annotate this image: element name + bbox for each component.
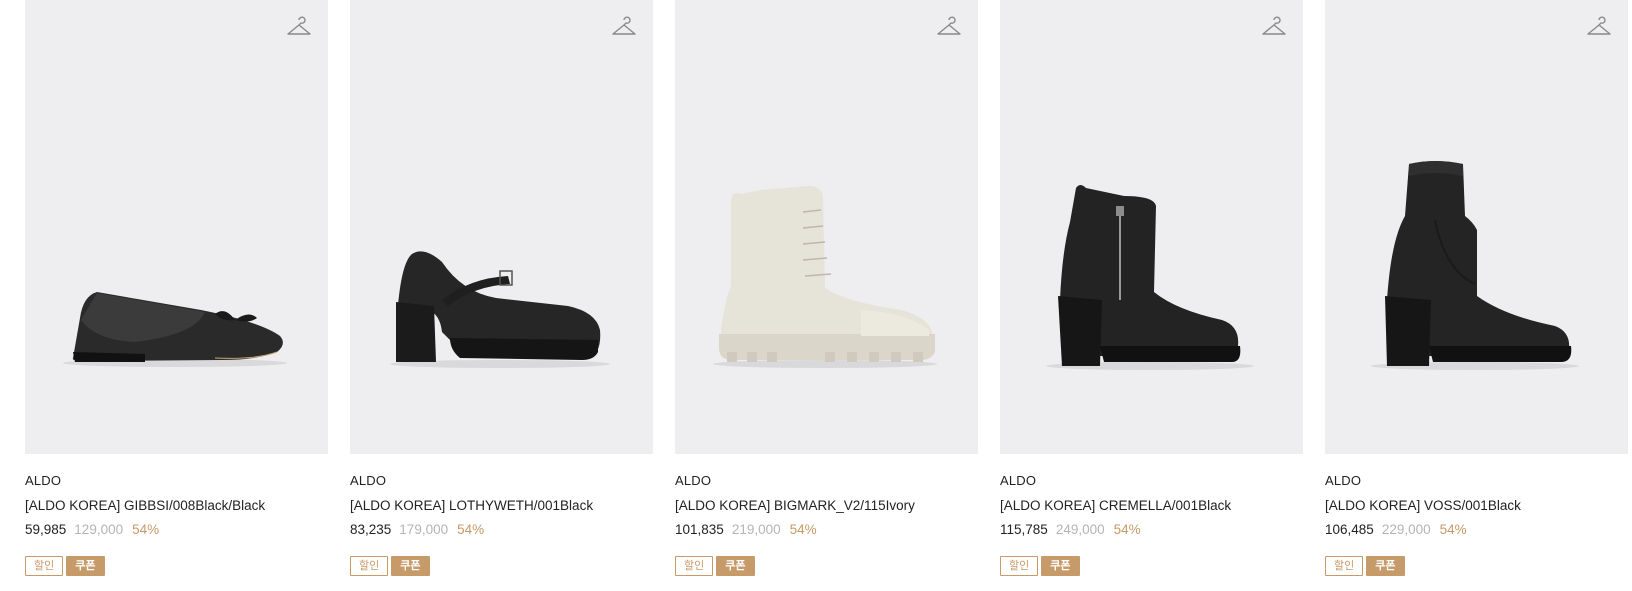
discount-rate: 54% [789, 522, 817, 537]
hanger-icon[interactable] [286, 16, 312, 42]
sale-price: 106,485 [1325, 522, 1374, 537]
product-prices: 115,785 249,000 54% [1000, 521, 1303, 538]
sale-price: 83,235 [350, 522, 392, 537]
original-price: 129,000 [74, 522, 124, 537]
sock-ankle-boot-image [1371, 161, 1579, 370]
original-price: 229,000 [1381, 522, 1431, 537]
discount-rate: 54% [1439, 522, 1467, 537]
badge-group: 할인 쿠폰 [675, 556, 978, 576]
original-price: 179,000 [399, 522, 449, 537]
discount-badge: 할인 [25, 556, 64, 576]
product-brand[interactable]: ALDO [1325, 473, 1628, 489]
product-brand[interactable]: ALDO [25, 473, 328, 489]
hanger-icon[interactable] [611, 16, 637, 42]
coupon-badge: 쿠폰 [66, 556, 105, 576]
hanger-icon[interactable] [1261, 16, 1287, 42]
product-card[interactable]: ALDO [ALDO KOREA] BIGMARK_V2/115Ivory 10… [675, 0, 978, 576]
discount-rate: 54% [1113, 522, 1141, 537]
product-name[interactable]: [ALDO KOREA] BIGMARK_V2/115Ivory [675, 497, 978, 514]
product-prices: 83,235 179,000 54% [350, 521, 653, 538]
product-prices: 59,985 129,000 54% [25, 521, 328, 538]
product-image[interactable] [1000, 0, 1303, 454]
product-prices: 101,835 219,000 54% [675, 521, 978, 538]
original-price: 219,000 [731, 522, 781, 537]
mary-jane-heel-image [390, 251, 610, 368]
sale-price: 101,835 [675, 522, 724, 537]
zip-ankle-boot-image [1046, 185, 1254, 370]
product-brand[interactable]: ALDO [675, 473, 978, 489]
discount-badge: 할인 [675, 556, 714, 576]
product-name[interactable]: [ALDO KOREA] LOTHYWETH/001Black [350, 497, 653, 514]
coupon-badge: 쿠폰 [716, 556, 755, 576]
hanger-icon[interactable] [1586, 16, 1612, 42]
product-image[interactable] [675, 0, 978, 454]
sale-price: 115,785 [1000, 522, 1048, 537]
discount-badge: 할인 [1325, 556, 1364, 576]
product-card[interactable]: ALDO [ALDO KOREA] VOSS/001Black 106,485 2… [1325, 0, 1628, 576]
badge-group: 할인 쿠폰 [25, 556, 328, 576]
product-name[interactable]: [ALDO KOREA] CREMELLA/001Black [1000, 497, 1303, 514]
product-grid: ALDO [ALDO KOREA] GIBBSI/008Black/Black … [25, 0, 1628, 576]
product-prices: 106,485 229,000 54% [1325, 521, 1628, 538]
original-price: 249,000 [1055, 522, 1105, 537]
product-card[interactable]: ALDO [ALDO KOREA] CREMELLA/001Black 115,… [1000, 0, 1303, 576]
sale-price: 59,985 [25, 522, 67, 537]
product-brand[interactable]: ALDO [350, 473, 653, 489]
product-card[interactable]: ALDO [ALDO KOREA] GIBBSI/008Black/Black … [25, 0, 328, 576]
coupon-badge: 쿠폰 [1366, 556, 1405, 576]
coupon-badge: 쿠폰 [1041, 556, 1080, 576]
product-card[interactable]: ALDO [ALDO KOREA] LOTHYWETH/001Black 83,… [350, 0, 653, 576]
badge-group: 할인 쿠폰 [1000, 556, 1303, 576]
discount-rate: 54% [132, 522, 160, 537]
lace-up-boot-image [713, 186, 937, 368]
hanger-icon[interactable] [936, 16, 962, 42]
discount-rate: 54% [457, 522, 485, 537]
discount-badge: 할인 [350, 556, 389, 576]
product-image[interactable] [25, 0, 328, 454]
badge-group: 할인 쿠폰 [350, 556, 653, 576]
product-brand[interactable]: ALDO [1000, 473, 1303, 489]
flat-shoe-image [63, 292, 287, 367]
product-image[interactable] [1325, 0, 1628, 454]
coupon-badge: 쿠폰 [391, 556, 430, 576]
badge-group: 할인 쿠폰 [1325, 556, 1628, 576]
product-image[interactable] [350, 0, 653, 454]
discount-badge: 할인 [1000, 556, 1039, 576]
product-name[interactable]: [ALDO KOREA] VOSS/001Black [1325, 497, 1628, 514]
product-name[interactable]: [ALDO KOREA] GIBBSI/008Black/Black [25, 497, 328, 514]
